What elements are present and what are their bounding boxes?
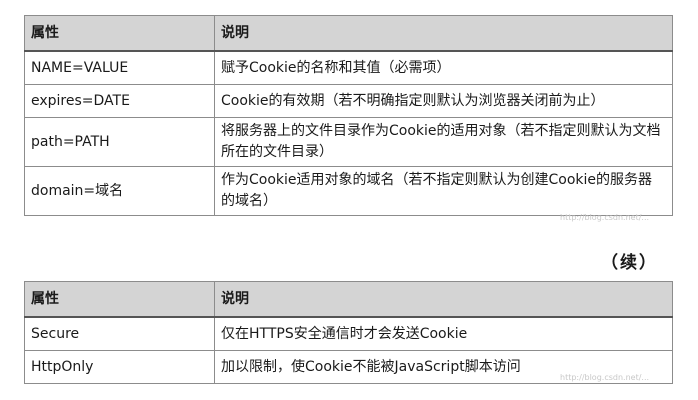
watermark-text: http://blog.csdn.net/... (560, 213, 650, 222)
attribute-cell: Secure (24, 316, 215, 351)
attribute-cell: domain=域名 (24, 166, 215, 216)
table-row: NAME=VALUE 赋予Cookie的名称和其值（必需项） (24, 50, 673, 85)
table-header-row: 属性 说明 (24, 15, 673, 52)
attribute-cell: path=PATH (24, 117, 215, 167)
table-row: Secure 仅在HTTPS安全通信时才会发送Cookie (24, 316, 673, 351)
attribute-column-header: 属性 (24, 15, 215, 52)
table-row: path=PATH 将服务器上的文件目录作为Cookie的适用对象（若不指定则默… (24, 117, 673, 167)
watermark-text: http://blog.csdn.net/... (560, 373, 650, 382)
continued-label: （续） (601, 253, 658, 273)
description-cell: 赋予Cookie的名称和其值（必需项） (214, 50, 673, 85)
description-column-header: 说明 (214, 281, 673, 318)
attribute-column-header: 属性 (24, 281, 215, 318)
table-row: domain=域名 作为Cookie适用对象的域名（若不指定则默认为创建Cook… (24, 166, 673, 216)
description-cell: 将服务器上的文件目录作为Cookie的适用对象（若不指定则默认为文档所在的文件目… (214, 117, 673, 167)
table-header-row: 属性 说明 (24, 281, 673, 318)
description-cell: 仅在HTTPS安全通信时才会发送Cookie (214, 316, 673, 351)
attribute-cell: expires=DATE (24, 84, 215, 118)
attribute-cell: HttpOnly (24, 350, 215, 384)
description-cell: Cookie的有效期（若不明确指定则默认为浏览器关闭前为止） (214, 84, 673, 118)
attribute-cell: NAME=VALUE (24, 50, 215, 85)
table-row: expires=DATE Cookie的有效期（若不明确指定则默认为浏览器关闭前… (24, 84, 673, 118)
cookie-attribute-table: 属性 说明 NAME=VALUE 赋予Cookie的名称和其值（必需项） exp… (24, 15, 673, 216)
description-cell: 作为Cookie适用对象的域名（若不指定则默认为创建Cookie的服务器的域名） (214, 166, 673, 216)
cookie-attribute-table-continued: 属性 说明 Secure 仅在HTTPS安全通信时才会发送Cookie Http… (24, 281, 673, 384)
description-column-header: 说明 (214, 15, 673, 52)
